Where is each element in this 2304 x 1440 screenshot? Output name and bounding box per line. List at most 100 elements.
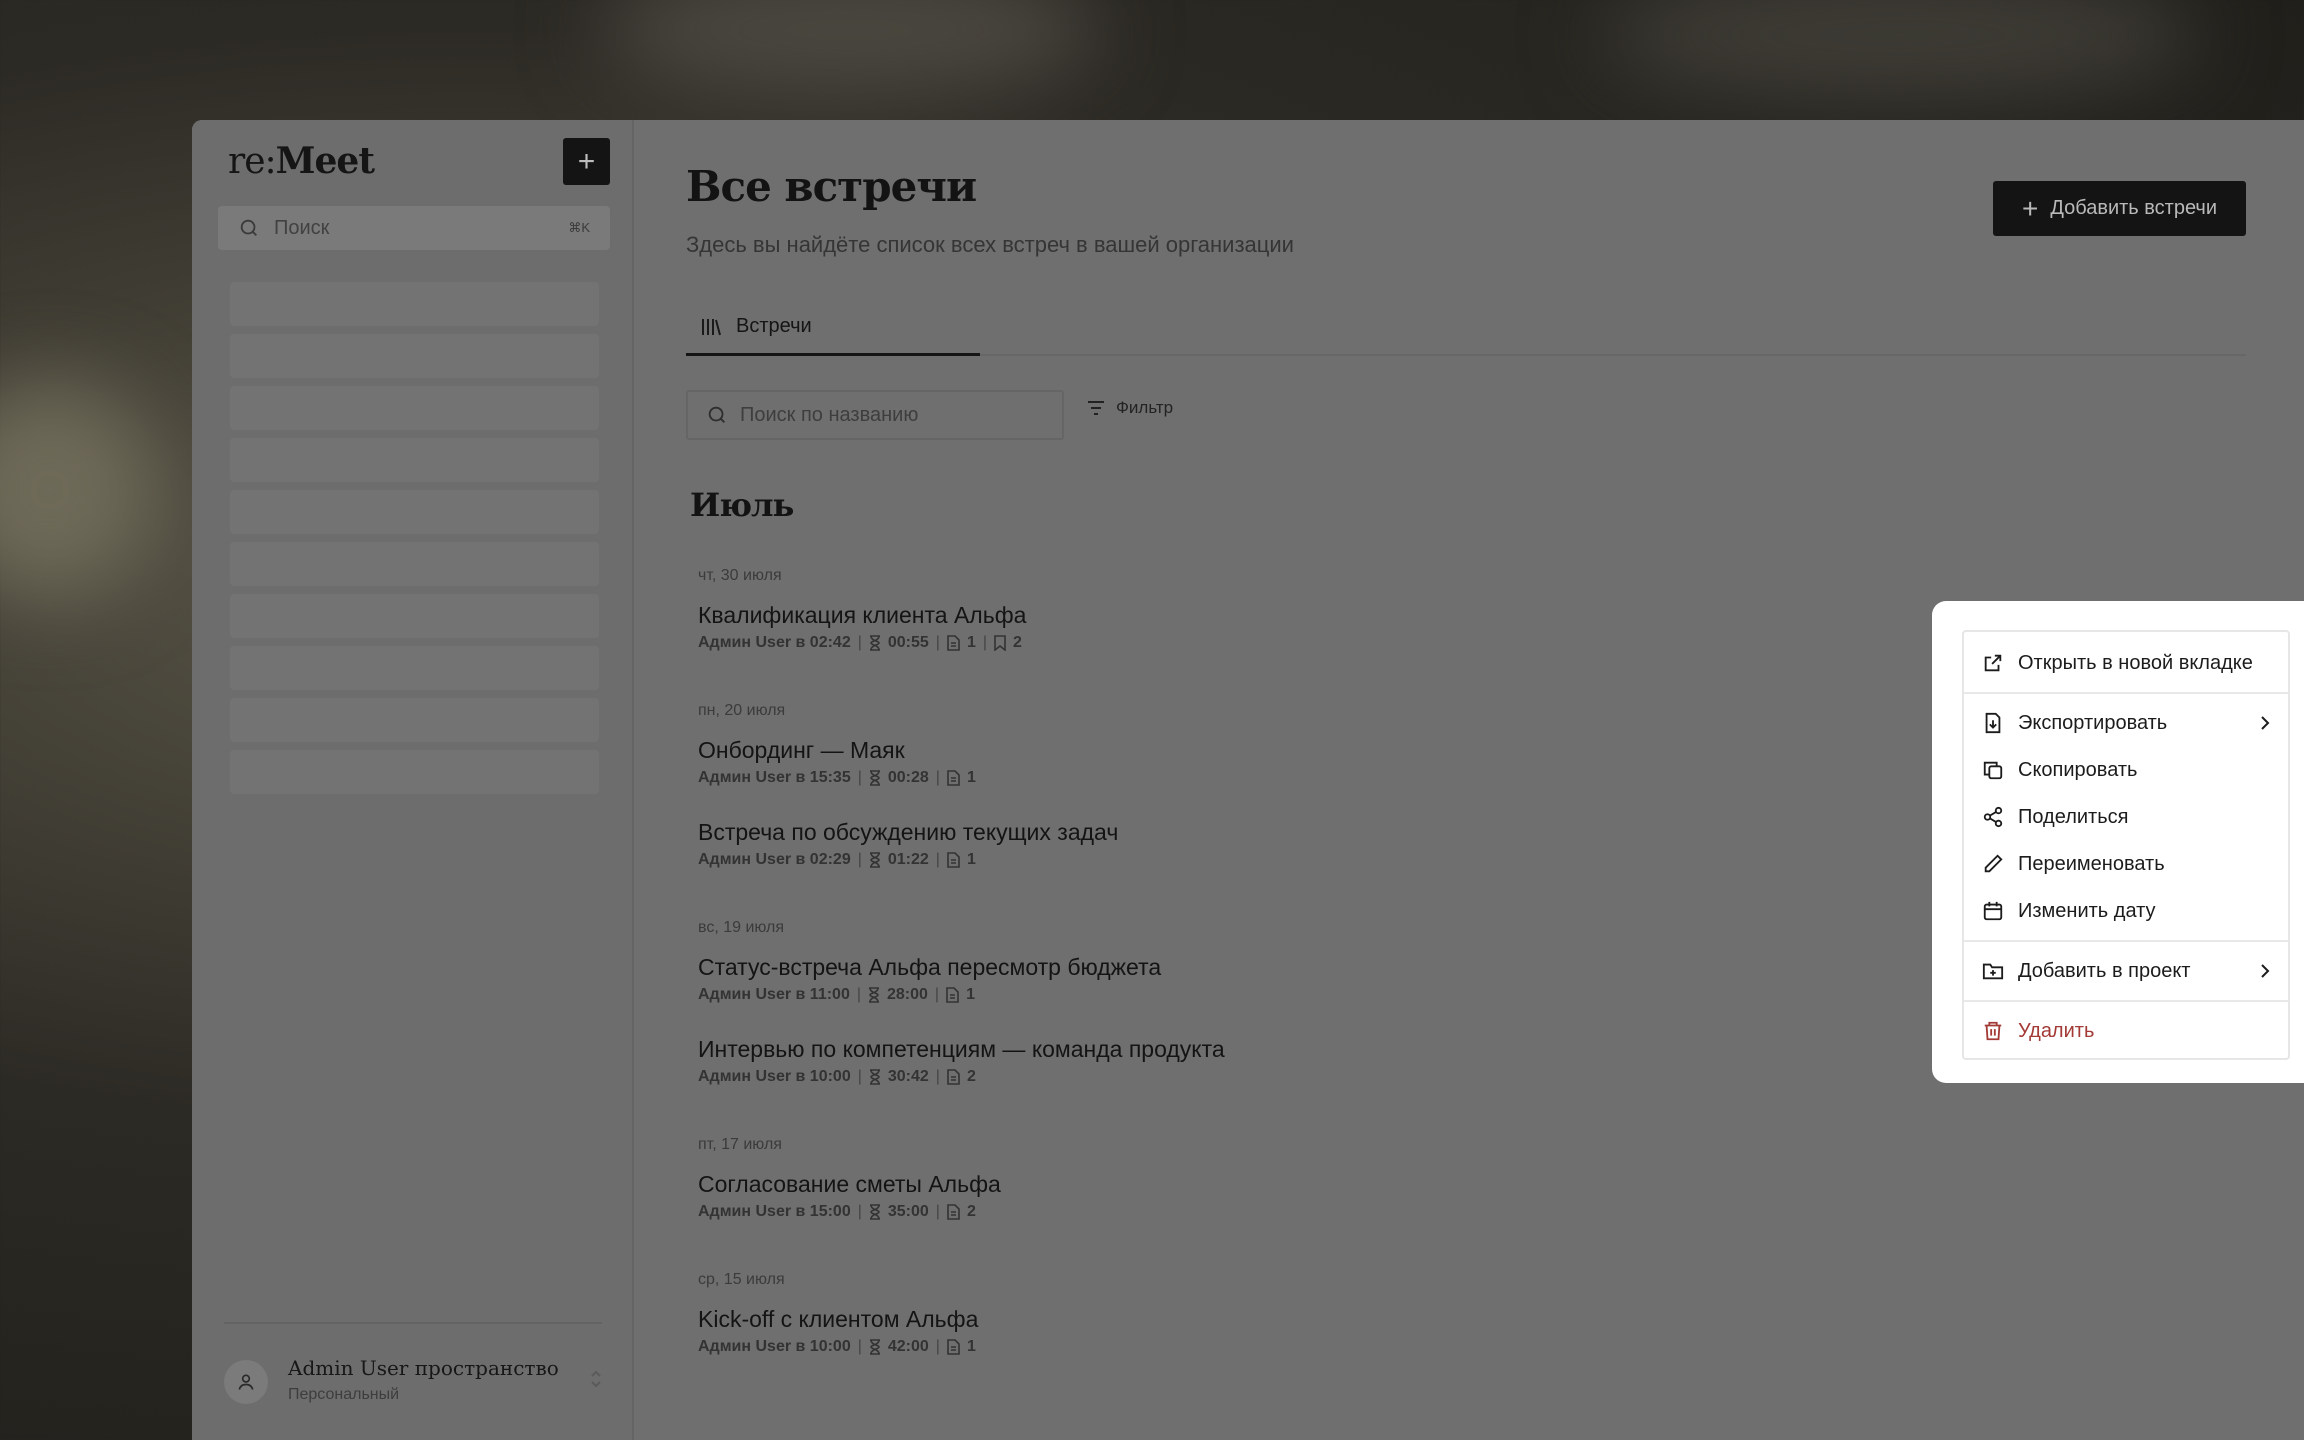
meeting-duration: 30:42 <box>887 1068 929 1085</box>
meeting-author-time: Админ User в 10:00 <box>698 1338 851 1355</box>
copy-icon <box>1983 761 2003 780</box>
meeting-meta: Админ User в 10:00 | 42:00 | 1 <box>698 1338 976 1355</box>
external-link-icon <box>1984 654 2002 672</box>
skeleton-item <box>230 646 599 690</box>
meeting-title[interactable]: Встреча по обсуждению текущих задач <box>698 819 1118 846</box>
user-icon <box>238 1374 254 1390</box>
meeting-author-time: Админ User в 15:35 <box>698 769 851 786</box>
document-icon <box>946 987 959 1003</box>
meeting-docs-count: 2 <box>966 1203 976 1220</box>
meeting-duration: 42:00 <box>887 1338 929 1355</box>
document-icon <box>947 1069 960 1085</box>
menu-add-to-project[interactable]: Добавить в проект <box>1964 948 2290 994</box>
menu-divider <box>1964 692 2290 694</box>
meeting-author-time: Админ User в 15:00 <box>698 1203 851 1220</box>
menu-export[interactable]: Экспортировать <box>1964 700 2290 746</box>
skeleton-item <box>230 438 599 482</box>
menu-change-date-label: Изменить дату <box>2018 899 2156 922</box>
skeleton-item <box>230 490 599 534</box>
meeting-duration: 01:22 <box>887 851 929 868</box>
logo-prefix: re: <box>228 141 277 182</box>
meeting-meta: Админ User в 02:42 | 00:55 | 1 | 2 <box>698 634 1022 651</box>
day-label: чт, 30 июля <box>698 567 782 584</box>
workspace-switcher[interactable]: Admin User пространство Персональный <box>224 1322 602 1404</box>
meeting-title[interactable]: Квалификация клиента Альфа <box>698 602 1026 629</box>
meeting-docs-count: 1 <box>966 1338 976 1355</box>
workspace-type: Персональный <box>288 1386 400 1403</box>
skeleton-item <box>230 334 599 378</box>
meeting-docs-count: 1 <box>966 986 975 1003</box>
day-label: вс, 19 июля <box>698 919 785 936</box>
meeting-author-time: Админ User в 11:00 <box>698 986 850 1003</box>
meeting-meta: Админ User в 15:35 | 00:28 | 1 <box>698 769 976 786</box>
menu-change-date[interactable]: Изменить дату <box>1964 888 2290 934</box>
pencil-icon <box>1984 854 2003 873</box>
app-logo[interactable]: re:Meet <box>228 140 375 182</box>
meeting-title[interactable]: Интервью по компетенциям — команда проду… <box>698 1036 1225 1063</box>
menu-delete[interactable]: Удалить <box>1964 1008 2290 1054</box>
new-meeting-button[interactable]: + <box>563 138 610 185</box>
menu-add-to-project-label: Добавить в проект <box>2018 959 2191 982</box>
menu-open-new-tab[interactable]: Открыть в новой вкладке <box>1964 640 2290 686</box>
meeting-title[interactable]: Согласование сметы Альфа <box>698 1171 1001 1198</box>
meeting-docs-count: 1 <box>966 769 976 786</box>
page-title: Все встречи <box>686 162 977 211</box>
title-search-input[interactable]: Поиск по названию <box>686 390 1064 440</box>
tab-meetings-label: Встречи <box>736 315 812 337</box>
meeting-meta: Админ User в 02:29 | 01:22 | 1 <box>698 851 976 868</box>
tab-bar: Встречи <box>686 300 2246 356</box>
day-label: ср, 15 июля <box>698 1271 785 1288</box>
add-meetings-label: Добавить встречи <box>2050 197 2218 219</box>
sidebar-search-placeholder: Поиск <box>274 216 330 239</box>
menu-copy[interactable]: Скопировать <box>1964 747 2290 793</box>
meeting-meta: Админ User в 10:00 | 30:42 | 2 <box>698 1068 976 1085</box>
meeting-meta: Админ User в 11:00 | 28:00 | 1 <box>698 986 975 1003</box>
menu-export-label: Экспортировать <box>2018 711 2168 734</box>
menu-divider <box>1964 1000 2290 1002</box>
sidebar: re:Meet + Поиск ⌘K Admin User пространст… <box>192 120 634 1440</box>
tab-meetings[interactable]: Встречи <box>686 300 980 356</box>
add-meetings-button[interactable]: + Добавить встречи <box>1993 181 2246 236</box>
hourglass-icon <box>869 1339 880 1355</box>
skeleton-item <box>230 698 599 742</box>
skeleton-item <box>230 750 599 794</box>
file-download-icon <box>1985 712 2001 734</box>
plus-icon: + <box>577 144 596 178</box>
day-label: пн, 20 июля <box>698 702 786 719</box>
bookmark-icon <box>994 635 1006 651</box>
month-heading: Июль <box>690 486 794 524</box>
document-icon <box>947 852 960 868</box>
hourglass-icon <box>869 852 880 868</box>
menu-open-new-tab-label: Открыть в новой вкладке <box>2018 651 2253 674</box>
menu-rename[interactable]: Переименовать <box>1964 841 2290 887</box>
document-icon <box>947 770 960 786</box>
meeting-title[interactable]: Kick-off с клиентом Альфа <box>698 1306 978 1333</box>
search-icon <box>708 406 725 423</box>
day-label: пт, 17 июля <box>698 1136 782 1153</box>
menu-share-label: Поделиться <box>2018 805 2129 828</box>
meeting-title[interactable]: Статус-встреча Альфа пересмотр бюджета <box>698 954 1161 981</box>
meeting-author-time: Админ User в 02:42 <box>698 634 851 651</box>
document-icon <box>947 635 960 651</box>
menu-share[interactable]: Поделиться <box>1964 794 2290 840</box>
filter-label: Фильтр <box>1116 398 1174 417</box>
filter-button[interactable]: Фильтр <box>1086 398 1173 418</box>
menu-rename-label: Переименовать <box>2018 852 2165 875</box>
chevron-right-icon <box>2261 964 2270 978</box>
logo-name: Meet <box>275 140 375 182</box>
search-icon <box>240 219 257 236</box>
skeleton-item <box>230 542 599 586</box>
share-icon <box>1983 806 2003 828</box>
meeting-duration: 00:55 <box>887 634 929 651</box>
filter-icon <box>1088 401 1104 415</box>
sidebar-search[interactable]: Поиск ⌘K <box>218 206 610 250</box>
menu-divider <box>1964 940 2290 942</box>
meeting-docs-count: 2 <box>966 1068 976 1085</box>
hourglass-icon <box>869 1069 880 1085</box>
context-menu: Открыть в новой вкладке Экспортировать С… <box>1962 630 2290 1060</box>
meeting-title[interactable]: Онбординг — Маяк <box>698 737 905 764</box>
chevron-right-icon <box>2261 716 2270 730</box>
menu-delete-label: Удалить <box>2018 1019 2095 1042</box>
search-shortcut: ⌘K <box>568 220 590 235</box>
plus-icon: + <box>2021 192 2039 224</box>
